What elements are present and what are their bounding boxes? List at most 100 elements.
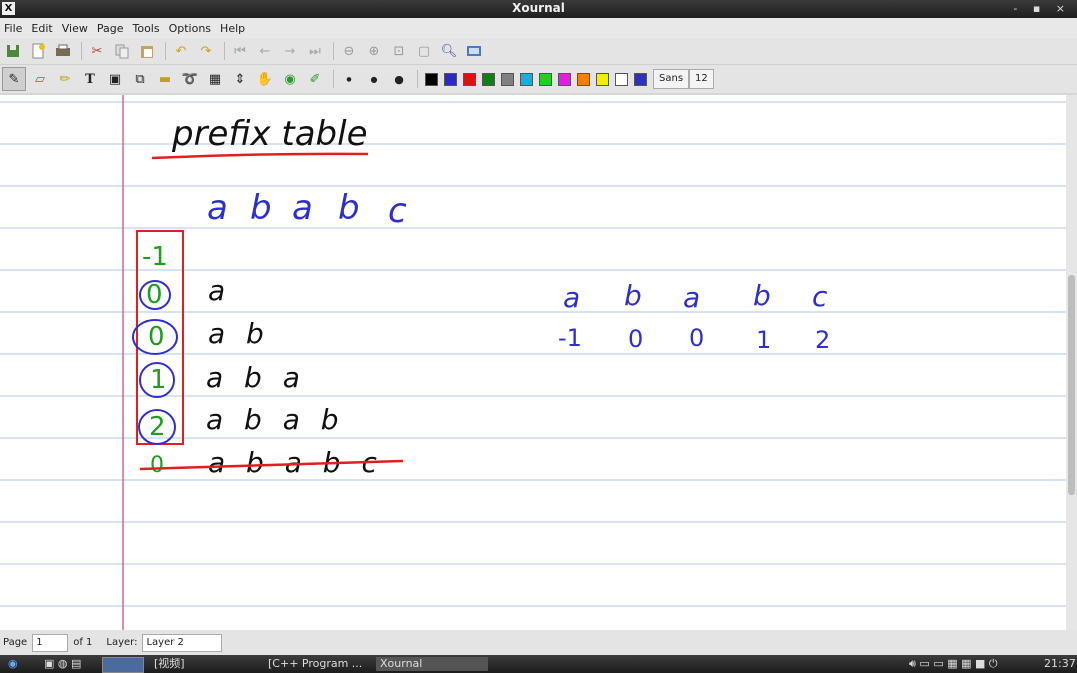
color-swatch-0[interactable]: [425, 72, 438, 86]
page-number-input[interactable]: 1: [32, 633, 69, 652]
menu-options[interactable]: Options: [165, 22, 216, 35]
font-name-button[interactable]: Sans: [653, 69, 690, 89]
right-value: 0: [628, 325, 643, 353]
color-swatch-1[interactable]: [444, 72, 457, 86]
cut-icon[interactable]: ✂: [86, 40, 108, 62]
lasso-icon[interactable]: ➰: [179, 68, 201, 90]
title-bar: X Xournal - ▪ ×: [0, 0, 1077, 18]
zoom-100-icon[interactable]: ▢: [413, 40, 435, 62]
vertical-space-icon[interactable]: ⇕: [229, 68, 251, 90]
right-value: -1: [558, 324, 582, 352]
menu-page[interactable]: Page: [93, 22, 129, 35]
copy-icon[interactable]: [111, 40, 133, 62]
highlighter-icon[interactable]: ✏: [54, 68, 76, 90]
hand-icon[interactable]: ✋: [254, 68, 276, 90]
color-swatch-10[interactable]: [615, 72, 628, 86]
last-page-icon[interactable]: ⏭: [304, 40, 326, 62]
prefix-row: a: [208, 274, 225, 307]
default-pen-icon[interactable]: ◉: [279, 68, 301, 90]
heading-text: prefix table: [171, 114, 367, 154]
ruler-icon[interactable]: ▬: [154, 68, 176, 90]
default-highlighter-icon[interactable]: ✐: [304, 68, 326, 90]
pattern-letter: b: [250, 188, 272, 228]
right-letter: b: [624, 279, 642, 312]
thickness-fine-icon[interactable]: ●: [338, 68, 360, 90]
zoom-fit-icon[interactable]: ⊡: [388, 40, 410, 62]
launcher-icons[interactable]: ▣ ◍ ▤: [40, 657, 85, 671]
taskbar-item-xournal[interactable]: Xournal: [376, 657, 488, 671]
pen-icon[interactable]: ✎: [2, 67, 26, 91]
print-icon[interactable]: [52, 40, 74, 62]
taskbar-item-video[interactable]: [视频]: [150, 657, 189, 671]
right-letter: b: [753, 279, 771, 312]
color-swatch-9[interactable]: [596, 72, 609, 86]
save-icon[interactable]: [2, 40, 24, 62]
notebook-page[interactable]: prefix table a b a b c -1 0 0 1 2 0 a a …: [0, 95, 1066, 630]
prefix-row: a b a b: [206, 403, 345, 436]
menu-bar: File Edit View Page Tools Options Help: [0, 18, 1077, 38]
start-menu-icon[interactable]: ◉: [4, 657, 22, 671]
ruled-paper: prefix table a b a b c -1 0 0 1 2 0 a a …: [0, 95, 1066, 630]
pattern-letter: b: [338, 188, 360, 228]
fullscreen-icon[interactable]: [463, 40, 485, 62]
page-label: Page: [3, 637, 28, 648]
window-controls[interactable]: - ▪ ×: [1013, 2, 1071, 15]
taskbar: ◉ ▣ ◍ ▤ [视频] [C++ Program ... Xournal 🔊︎…: [0, 655, 1077, 673]
table-value: 0: [146, 280, 163, 310]
redo-icon[interactable]: ↷: [195, 40, 217, 62]
first-page-icon[interactable]: ⏮: [229, 40, 251, 62]
image-icon[interactable]: ▣: [104, 68, 126, 90]
pattern-letter: c: [388, 191, 407, 231]
color-swatch-4[interactable]: [501, 72, 514, 86]
next-page-icon[interactable]: →: [279, 40, 301, 62]
undo-icon[interactable]: ↶: [170, 40, 192, 62]
zoom-in-icon[interactable]: ⊕: [363, 40, 385, 62]
table-value: 1: [150, 365, 167, 395]
right-letter: a: [683, 281, 700, 314]
table-value: 2: [149, 412, 166, 442]
page-count: of 1: [73, 637, 93, 648]
color-swatch-3[interactable]: [482, 72, 495, 86]
status-bar: Page 1 of 1 Layer: Layer 2: [0, 630, 1077, 655]
scrollbar-thumb[interactable]: [1068, 275, 1075, 495]
rect-select-icon[interactable]: ▦: [204, 68, 226, 90]
layer-select[interactable]: Layer 2: [142, 633, 223, 652]
thickness-medium-icon[interactable]: ●: [363, 68, 385, 90]
right-value: 0: [689, 324, 704, 352]
menu-edit[interactable]: Edit: [27, 22, 57, 35]
table-value: 0: [150, 453, 164, 478]
menu-tools[interactable]: Tools: [128, 22, 164, 35]
eraser-icon[interactable]: ▱: [29, 68, 51, 90]
table-value: -1: [142, 242, 168, 272]
color-swatch-2[interactable]: [463, 72, 476, 86]
heading-underline: [151, 152, 369, 160]
color-swatch-8[interactable]: [577, 72, 590, 86]
color-swatch-7[interactable]: [558, 72, 571, 86]
menu-help[interactable]: Help: [216, 22, 250, 35]
prefix-row: a b a: [206, 361, 306, 394]
thickness-thick-icon[interactable]: ●: [388, 68, 410, 90]
color-swatch-5[interactable]: [520, 72, 533, 86]
menu-view[interactable]: View: [58, 22, 93, 35]
text-icon[interactable]: T: [79, 68, 101, 90]
font-size-button[interactable]: 12: [689, 69, 714, 89]
prev-page-icon[interactable]: ←: [254, 40, 276, 62]
tools-toolbar: ✎ ▱ ✏ T ▣ ⧉ ▬ ➰ ▦ ⇕ ✋ ◉ ✐ ● ● ● Sans 12: [0, 65, 1077, 93]
window-title: Xournal: [512, 1, 565, 15]
taskbar-item-cpp[interactable]: [C++ Program ...: [264, 657, 376, 671]
color-swatch-6[interactable]: [539, 72, 552, 86]
menu-file[interactable]: File: [0, 22, 27, 35]
color-palette: [422, 72, 650, 86]
find-icon[interactable]: 🔍︎: [438, 40, 460, 62]
tray-icons[interactable]: 🔊︎ ▭ ▭ ▦ ▦ ■ ⏻: [905, 657, 1002, 671]
color-swatch-11[interactable]: [634, 72, 647, 86]
zoom-out-icon[interactable]: ⊖: [338, 40, 360, 62]
workspace-switcher[interactable]: [102, 657, 144, 673]
pattern-letter: a: [207, 188, 228, 228]
paste-icon[interactable]: [136, 40, 158, 62]
layer-label: Layer:: [106, 637, 138, 648]
right-letter: c: [812, 280, 828, 313]
right-value: 2: [815, 326, 830, 354]
shape-icon[interactable]: ⧉: [129, 68, 151, 90]
new-page-icon[interactable]: [27, 40, 49, 62]
